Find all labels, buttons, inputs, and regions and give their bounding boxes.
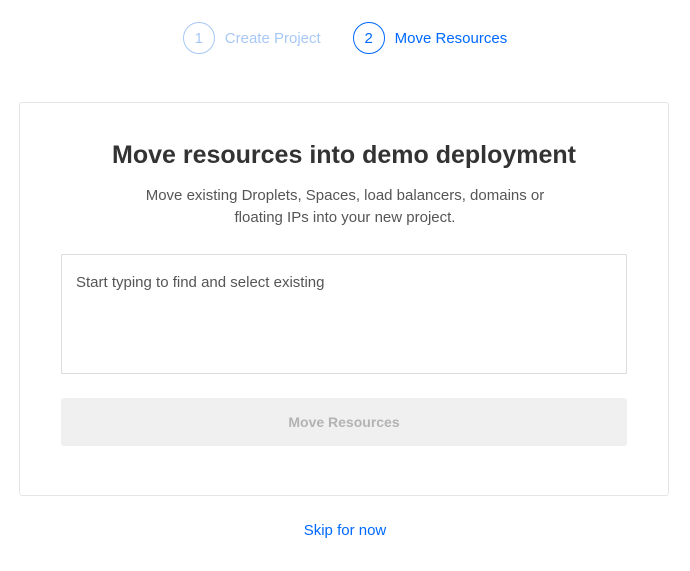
resource-search-input[interactable]	[61, 254, 627, 374]
skip-for-now-link[interactable]: Skip for now	[0, 522, 690, 539]
step-number-circle: 2	[352, 22, 385, 54]
step-label: Move Resources	[394, 29, 508, 47]
step-create-project: 1 Create Project	[182, 22, 321, 54]
step-number-circle: 1	[182, 22, 215, 54]
progress-stepper: 1 Create Project 2 Move Resources	[0, 22, 690, 54]
step-label: Create Project	[224, 29, 321, 47]
card-description: Move existing Droplets, Spaces, load bal…	[145, 187, 545, 226]
move-resources-button[interactable]: Move Resources	[61, 398, 627, 446]
move-resources-card: Move resources into demo deployment Move…	[19, 102, 669, 496]
page-title: Move resources into demo deployment	[112, 141, 576, 169]
step-move-resources: 2 Move Resources	[352, 22, 508, 54]
